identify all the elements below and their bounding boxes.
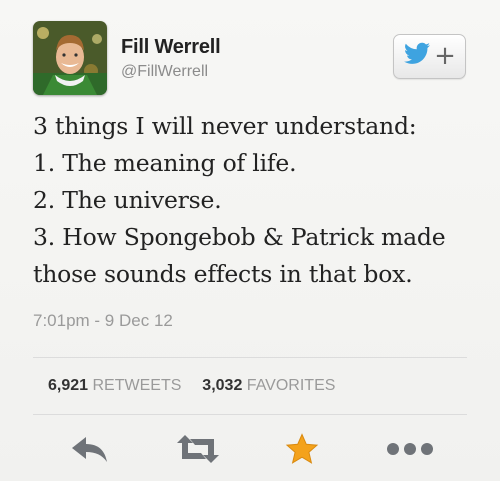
- plus-icon: +: [434, 40, 456, 71]
- avatar-image: [33, 21, 107, 95]
- reply-icon: [72, 437, 107, 462]
- user-handle[interactable]: @FillWerrell: [121, 63, 208, 81]
- tweet-text-line: 3. How Spongebob & Patrick made: [33, 223, 446, 251]
- favorite-button[interactable]: [284, 432, 320, 466]
- follow-button[interactable]: +: [393, 34, 466, 79]
- divider: [33, 414, 467, 415]
- tweet-text-line: those sounds effects in that box.: [33, 260, 413, 288]
- tweet-text-line: 2. The universe.: [33, 186, 222, 214]
- more-options-icon: [387, 443, 433, 455]
- tweet-stats: 6,921 RETWEETS 3,032 FAVORITES: [48, 377, 335, 395]
- retweet-icon: [177, 435, 219, 463]
- tweet-card: Fill Werrell @FillWerrell + 3 things I w…: [0, 0, 500, 481]
- retweets-stat[interactable]: 6,921 RETWEETS: [48, 377, 186, 394]
- retweets-label: RETWEETS: [92, 377, 182, 394]
- favorites-stat[interactable]: 3,032 FAVORITES: [202, 377, 335, 394]
- display-name[interactable]: Fill Werrell: [121, 36, 221, 59]
- tweet-text: 3 things I will never understand: 1. The…: [33, 108, 493, 293]
- favorites-label: FAVORITES: [246, 377, 336, 394]
- retweets-count: 6,921: [48, 377, 89, 394]
- tweet-timestamp[interactable]: 7:01pm - 9 Dec 12: [33, 311, 173, 331]
- twitter-bird-icon: [403, 42, 431, 71]
- favorites-count: 3,032: [202, 377, 243, 394]
- favorite-star-icon: [285, 433, 319, 464]
- tweet-text-line: 1. The meaning of life.: [33, 149, 297, 177]
- reply-button[interactable]: [68, 432, 112, 466]
- retweet-button[interactable]: [172, 432, 224, 466]
- tweet-text-line: 3 things I will never understand:: [33, 112, 417, 140]
- avatar[interactable]: [33, 21, 107, 95]
- divider: [33, 357, 467, 358]
- more-options-button[interactable]: [384, 432, 436, 466]
